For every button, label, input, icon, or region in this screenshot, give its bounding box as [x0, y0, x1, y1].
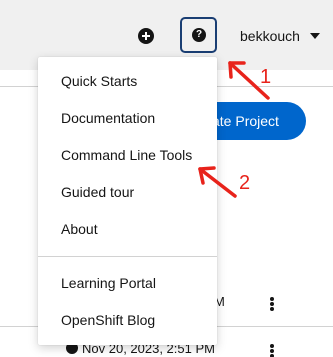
- menu-item-command-line-tools[interactable]: Command Line Tools: [38, 140, 217, 170]
- menu-item-guided-tour[interactable]: Guided tour: [38, 177, 217, 207]
- arrow-1-label: 1: [260, 66, 272, 88]
- menu-item-documentation[interactable]: Documentation: [38, 103, 217, 133]
- question-circle-icon: ?: [192, 28, 206, 42]
- add-icon[interactable]: [138, 28, 154, 44]
- help-dropdown-menu: Quick Starts Documentation Command Line …: [38, 57, 217, 345]
- help-button[interactable]: ?: [180, 17, 217, 53]
- user-name: bekkouch: [240, 28, 300, 44]
- kebab-icon[interactable]: [270, 344, 274, 357]
- menu-item-about[interactable]: About: [38, 214, 217, 244]
- menu-item-learning-portal[interactable]: Learning Portal: [38, 268, 217, 298]
- menu-item-quick-starts[interactable]: Quick Starts: [38, 66, 217, 96]
- menu-item-openshift-blog[interactable]: OpenShift Blog: [38, 305, 217, 335]
- user-menu-toggle[interactable]: bekkouch: [240, 25, 320, 47]
- kebab-icon[interactable]: [270, 297, 274, 311]
- arrow-2-label: 2: [239, 172, 251, 194]
- caret-down-icon: [309, 33, 320, 39]
- menu-divider: [38, 256, 217, 257]
